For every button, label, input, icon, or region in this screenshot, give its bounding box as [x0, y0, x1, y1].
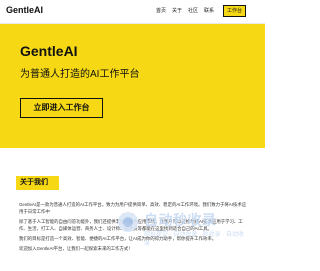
about-heading: 关于我们 — [16, 176, 59, 190]
about-paragraph: 除了基于人工智能的自由问答功能外，我们还提供丰富的插件应用市场，让用户可以轻松地… — [19, 219, 243, 231]
about-paragraph: GentleAI是一款为普通人打造的AI工作平台。致力为用户提供简单、高效、稳定… — [19, 202, 247, 214]
nav-link-about[interactable]: 关于 — [172, 7, 182, 14]
workspace-button[interactable]: 工作台 — [223, 5, 246, 17]
about-section: 关于我们 GentleAI是一款为普通人打造的AI工作平台。致力为用户提供简单、… — [0, 148, 265, 271]
hero-title: GentleAI — [20, 43, 78, 59]
nav-links: 首页 关于 社区 联系 — [156, 7, 214, 14]
hero-subtitle: 为普通人打造的AI工作平台 — [20, 69, 140, 80]
nav-link-home[interactable]: 首页 — [156, 7, 166, 14]
about-body: GentleAI是一款为普通人打造的AI工作平台。致力为用户提供简单、高效、稳定… — [19, 201, 249, 255]
nav-link-contact[interactable]: 联系 — [204, 7, 214, 14]
top-navbar: GentleAI 首页 关于 社区 联系 工作台 — [0, 0, 265, 24]
enter-workspace-button[interactable]: 立即进入工作台 — [20, 98, 103, 118]
site-logo[interactable]: GentleAI — [6, 5, 43, 15]
nav-link-community[interactable]: 社区 — [188, 7, 198, 14]
about-paragraph: 我们的目标是打造一个高效、智能、便捷的AI工作平台，让AI成为你的得力助手，帮你… — [19, 236, 217, 241]
about-paragraph: 欢迎加入GentleAI平台，让我们一起探索未来的工作方式！ — [19, 246, 133, 251]
hero-section: GentleAI 为普通人打造的AI工作平台 立即进入工作台 — [0, 24, 265, 148]
